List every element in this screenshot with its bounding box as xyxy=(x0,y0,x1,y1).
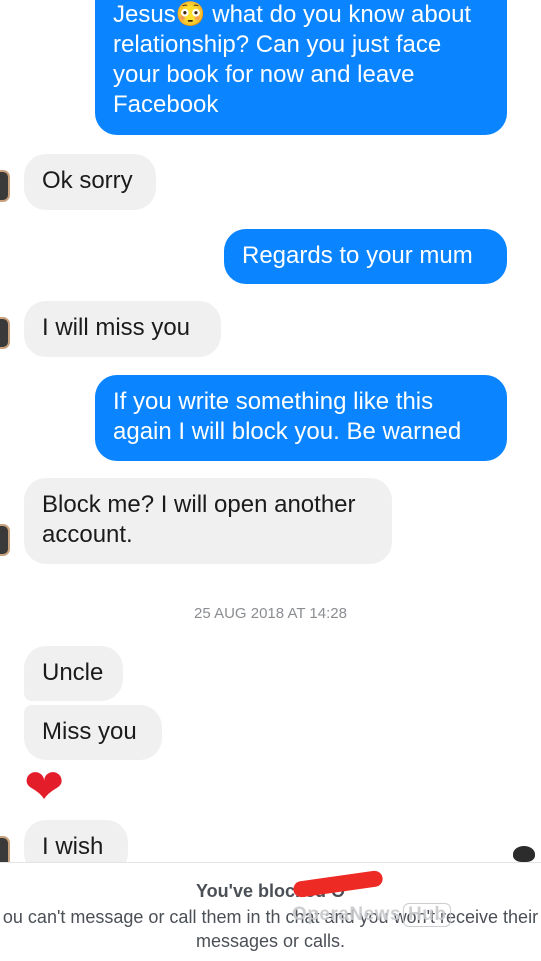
watermark-text: OperaNews xyxy=(292,904,402,925)
message-bubble-incoming[interactable]: Ok sorry xyxy=(24,154,156,210)
message-bubble-incoming[interactable]: Miss you xyxy=(24,705,162,760)
chat-timestamp: 25 AUG 2018 AT 14:28 xyxy=(194,605,347,622)
heart-emoji-message[interactable]: ❤ xyxy=(24,764,64,812)
contact-avatar[interactable] xyxy=(0,170,10,202)
blocked-notice: You've blocked O ou can't message or cal… xyxy=(0,862,541,961)
blocked-description: ou can't message or call them in th chat… xyxy=(2,907,539,951)
contact-avatar[interactable] xyxy=(0,317,10,349)
message-bubble-outgoing[interactable]: Regards to your mum xyxy=(224,229,507,284)
watermark-hub: Hub xyxy=(403,903,452,927)
watermark: OperaNews Hub xyxy=(292,903,452,927)
message-bubble-incoming[interactable]: Uncle xyxy=(24,646,123,701)
blocked-title: You've blocked O xyxy=(196,881,345,901)
contact-avatar[interactable] xyxy=(0,524,10,556)
message-bubble-outgoing[interactable]: If you write something like this again I… xyxy=(95,375,507,461)
read-receipt-avatar xyxy=(513,846,535,862)
message-bubble-outgoing[interactable]: Jesus😳 what do you know about relationsh… xyxy=(95,0,507,135)
message-bubble-incoming[interactable]: I will miss you xyxy=(24,301,221,357)
message-bubble-incoming[interactable]: Block me? I will open another account. xyxy=(24,478,392,564)
